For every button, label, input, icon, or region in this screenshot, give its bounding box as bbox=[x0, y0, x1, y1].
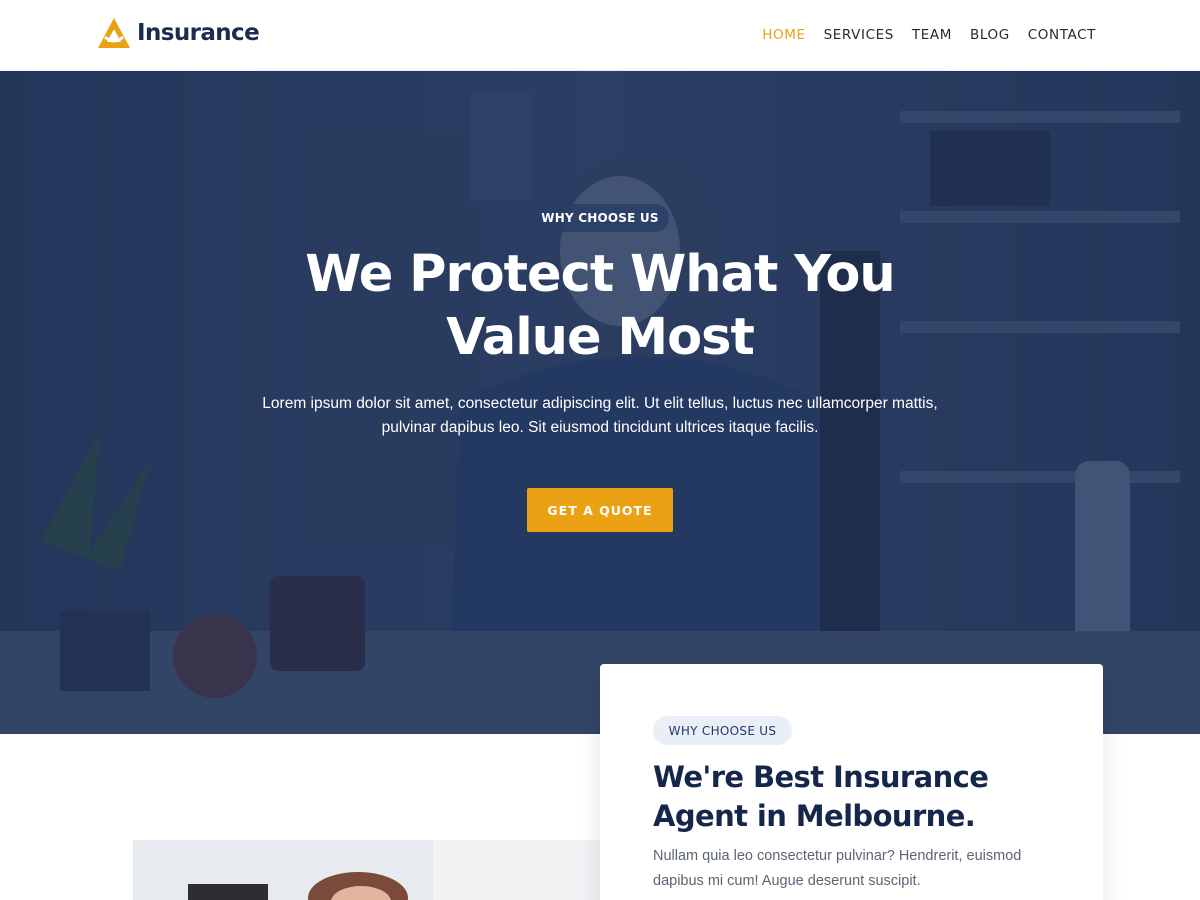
hero-title-line2: Value Most bbox=[446, 308, 755, 367]
hero-section: WHY CHOOSE US We Protect What You Value … bbox=[0, 71, 1200, 734]
about-card: WHY CHOOSE US We're Best Insurance Agent… bbox=[600, 664, 1103, 900]
about-description: Nullam quia leo consectetur pulvinar? He… bbox=[653, 844, 1053, 894]
about-title-line1: We're Best Insurance bbox=[653, 760, 989, 794]
about-title-line2: Agent in Melbourne. bbox=[653, 799, 976, 833]
brand-name: Insurance bbox=[137, 20, 260, 46]
nav-item-blog[interactable]: BLOG bbox=[970, 27, 1010, 43]
site-logo[interactable]: Insurance bbox=[97, 17, 260, 49]
agent-photo bbox=[133, 840, 603, 900]
about-text-line1: Nullam quia leo consectetur pulvinar? He… bbox=[653, 848, 1022, 864]
get-a-quote-button[interactable]: GET A QUOTE bbox=[527, 488, 673, 532]
hero-title: We Protect What You Value Most bbox=[200, 243, 1000, 369]
agent-photo-icon bbox=[133, 840, 603, 900]
hero-description: Lorem ipsum dolor sit amet, consectetur … bbox=[230, 392, 970, 440]
hero-text-line1: Lorem ipsum dolor sit amet, consectetur … bbox=[262, 395, 938, 412]
hero-text-line2: pulvinar dapibus leo. Sit eiusmod tincid… bbox=[381, 419, 819, 436]
main-nav: HOME SERVICES TEAM BLOG CONTACT bbox=[762, 27, 1096, 43]
nav-item-home[interactable]: HOME bbox=[762, 27, 805, 43]
nav-item-team[interactable]: TEAM bbox=[912, 27, 952, 43]
hero-title-line1: We Protect What You bbox=[305, 245, 895, 304]
logo-icon bbox=[98, 18, 130, 48]
nav-item-services[interactable]: SERVICES bbox=[824, 27, 894, 43]
site-header: Insurance HOME SERVICES TEAM BLOG CONTAC… bbox=[0, 0, 1200, 71]
nav-item-contact[interactable]: CONTACT bbox=[1028, 27, 1096, 43]
about-text-line2: dapibus mi cum! Augue deserunt suscipit. bbox=[653, 873, 921, 889]
about-eyebrow: WHY CHOOSE US bbox=[653, 716, 792, 745]
hero-eyebrow: WHY CHOOSE US bbox=[531, 204, 669, 232]
about-title: We're Best Insurance Agent in Melbourne. bbox=[653, 758, 1073, 836]
